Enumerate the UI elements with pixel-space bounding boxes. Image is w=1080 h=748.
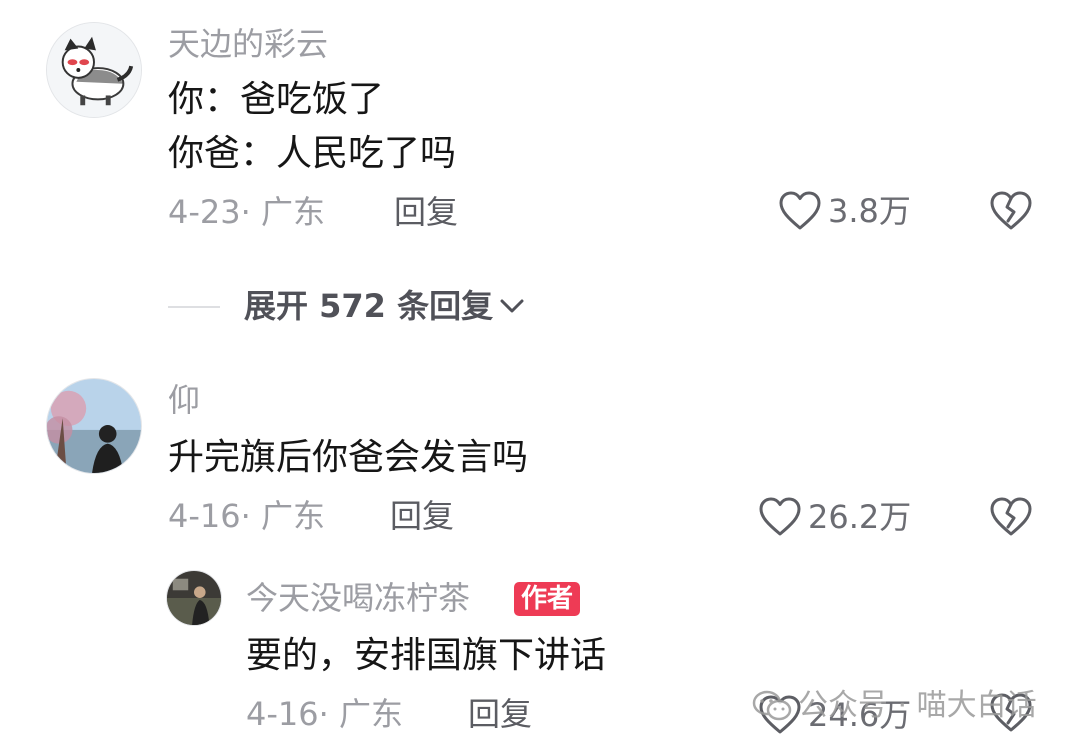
heart-outline-icon [759, 497, 801, 536]
author-avatar-image [167, 571, 221, 625]
reply-username[interactable]: 今天没喝冻柠茶 [246, 578, 470, 618]
dislike-button[interactable] [988, 496, 1034, 542]
expand-replies-label: 展开 572 条回复 [244, 287, 494, 325]
watermark: 公众号 · 喵大白话 [752, 688, 1037, 724]
comment-text-line: 升完旗后你爸会发言吗 [168, 437, 529, 478]
author-badge: 作者 [514, 582, 581, 616]
comment-text-line: 你爸：人民吃了吗 [168, 133, 457, 174]
like-button[interactable]: 3.8万 [778, 190, 911, 232]
heart-outline-icon [779, 191, 821, 230]
comment-date-location: 4-23· 广东 [168, 193, 325, 231]
avatar-tianbian[interactable] [46, 22, 142, 118]
broken-heart-icon [990, 191, 1032, 230]
expand-replies-button[interactable]: 展开 572 条回复 [244, 286, 525, 326]
like-count: 3.8万 [828, 192, 911, 230]
expand-divider [168, 306, 220, 308]
comment-username[interactable]: 天边的彩云 [168, 24, 328, 64]
reply-button[interactable]: 回复 [468, 694, 532, 734]
chevron-down-icon [500, 299, 524, 313]
comment-text-line: 你：爸吃饭了 [168, 79, 385, 120]
comment-date-location: 4-16· 广东 [168, 497, 325, 535]
broken-heart-icon [990, 497, 1032, 536]
reply-button[interactable]: 回复 [394, 192, 458, 232]
comment-username[interactable]: 仰 [168, 380, 200, 420]
avatar-author[interactable] [166, 570, 222, 626]
like-count: 26.2万 [808, 498, 912, 536]
person-avatar-image [47, 379, 141, 473]
watermark-text: 公众号 · 喵大白话 [798, 688, 1037, 723]
like-button[interactable]: 26.2万 [758, 496, 911, 538]
reply-date-location: 4-16· 广东 [246, 695, 403, 733]
reply-text-line: 要的，安排国旗下讲话 [246, 635, 607, 676]
dislike-button[interactable] [988, 190, 1034, 236]
wechat-icon [752, 690, 792, 721]
reply-button[interactable]: 回复 [390, 496, 454, 536]
avatar-yang[interactable] [46, 378, 142, 474]
dog-avatar-image [47, 23, 141, 117]
